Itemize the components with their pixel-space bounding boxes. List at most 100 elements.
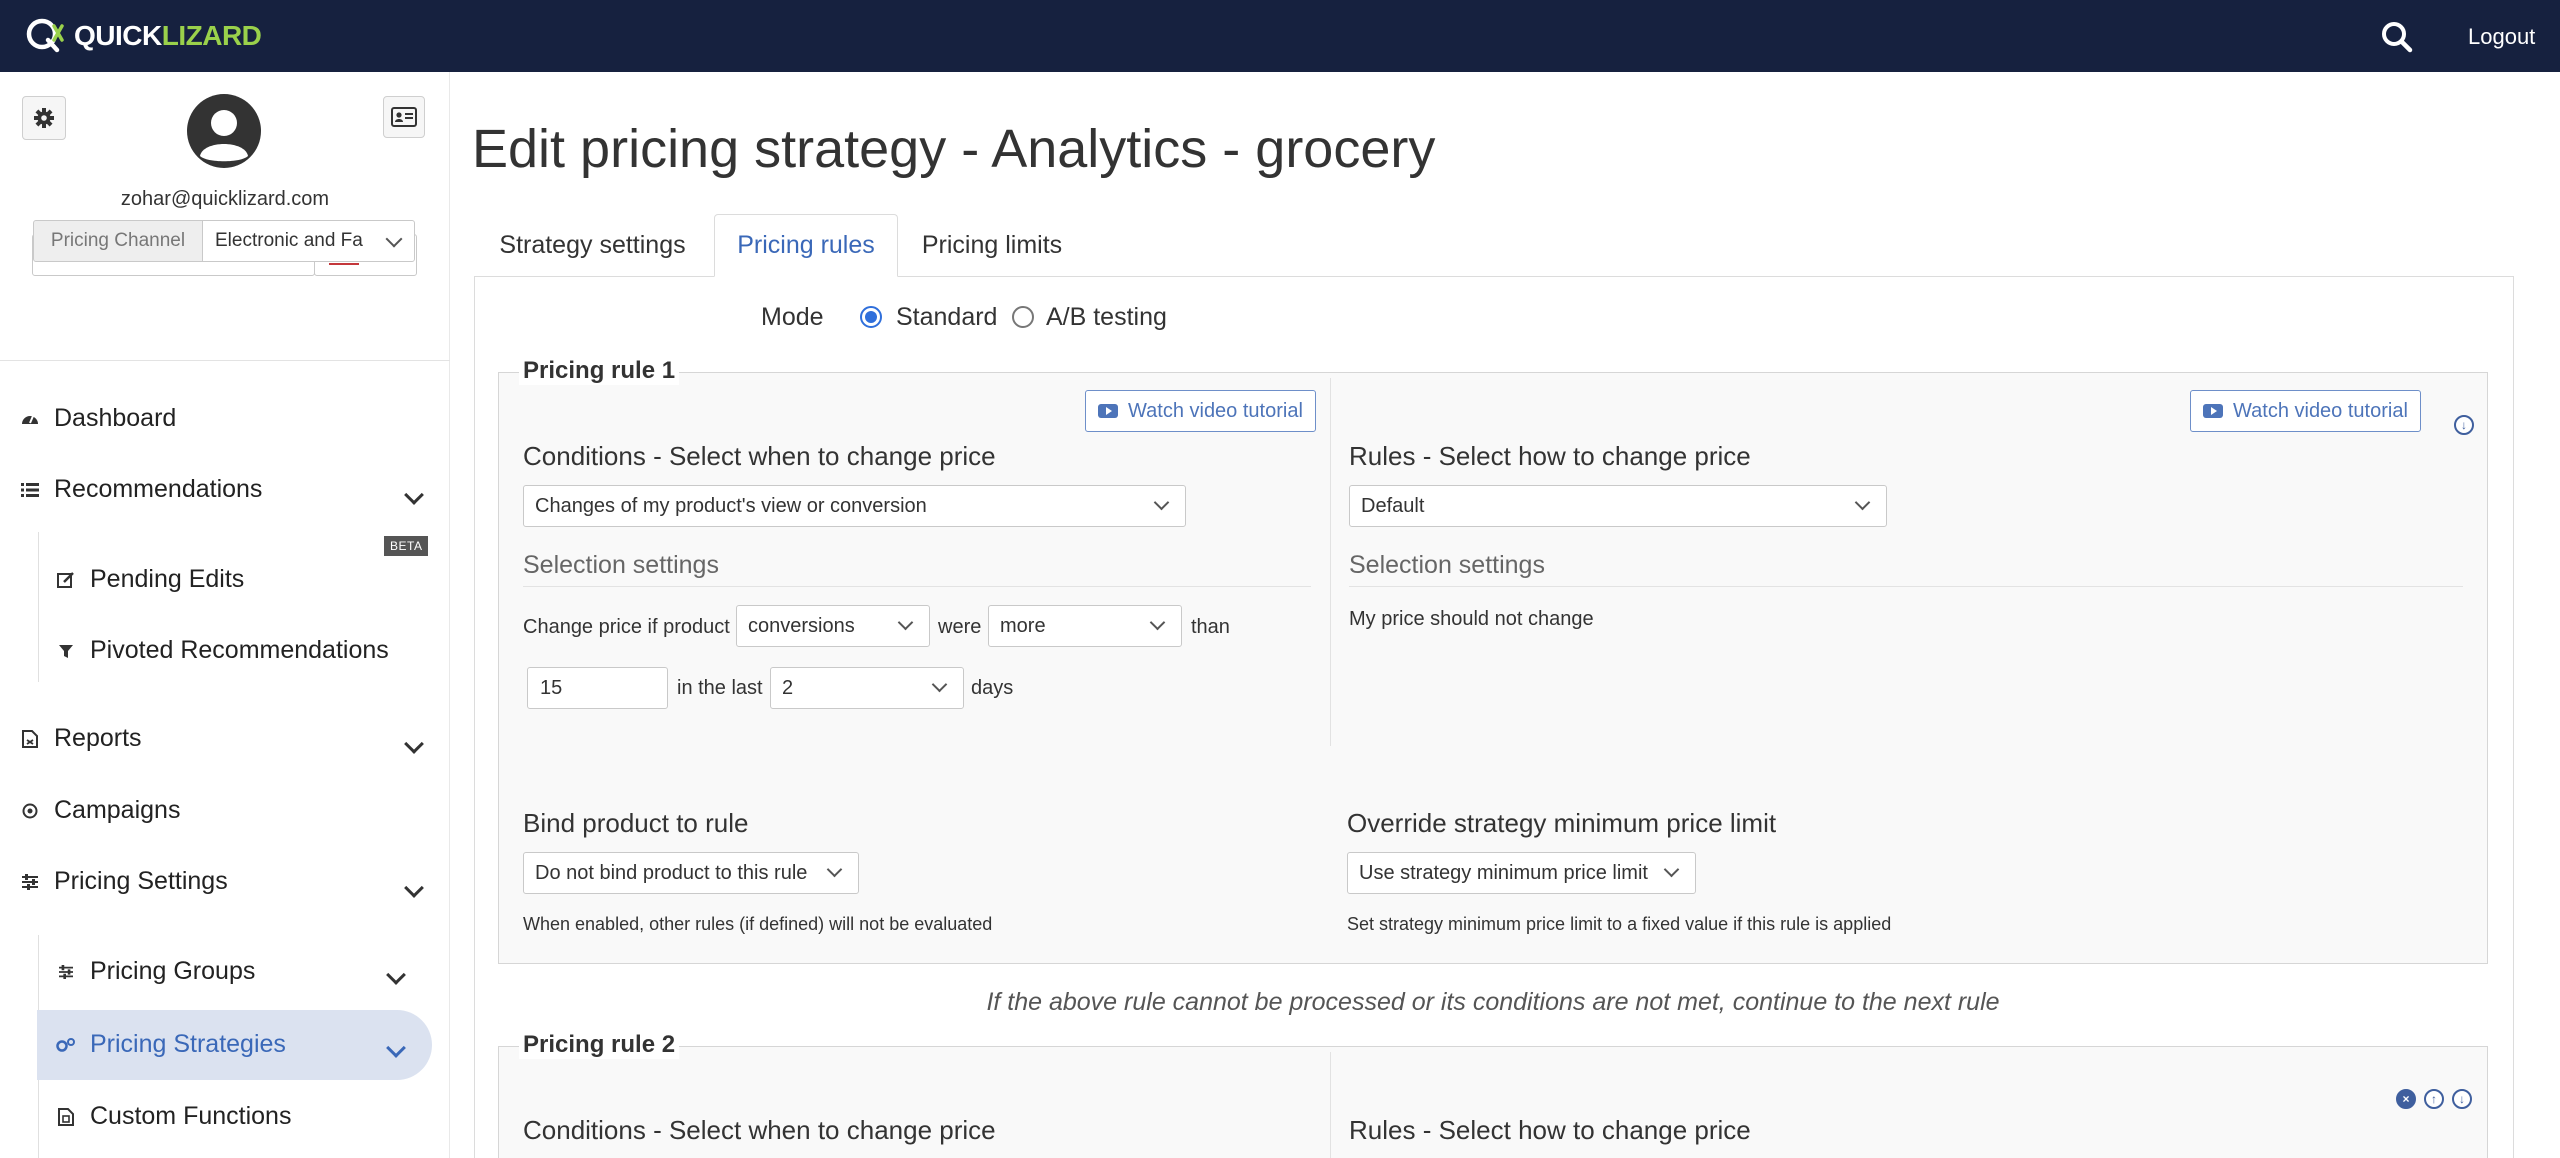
rules-select-value: Default	[1361, 494, 1425, 517]
submenu-guide-line	[38, 532, 39, 682]
gear-icon	[34, 108, 54, 128]
selection-settings-title: Selection settings	[523, 551, 719, 579]
sidebar-item-pending-edits[interactable]: Pending Edits	[56, 565, 244, 594]
top-navbar: QUICKLIZARD Logout	[0, 0, 2560, 72]
settings-button[interactable]	[22, 96, 66, 140]
override-min-price-select[interactable]: Use strategy minimum price limit	[1347, 852, 1696, 894]
rules-video-tutorial-button[interactable]: Watch video tutorial	[2190, 390, 2421, 432]
sidebar-item-label: Recommendations	[54, 475, 263, 503]
override-min-price-select-value: Use strategy minimum price limit	[1359, 861, 1648, 884]
list-icon	[20, 480, 40, 500]
chevron-down-icon	[897, 614, 914, 631]
selection-settings-divider	[523, 586, 1311, 587]
comparison-select-value: more	[1000, 614, 1046, 637]
logo[interactable]: QUICKLIZARD	[24, 14, 262, 58]
tab-pricing-rules[interactable]: Pricing rules	[714, 214, 898, 277]
pricing-channel-select[interactable]: Electronic and Fa	[202, 220, 415, 262]
rules-note: My price should not change	[1349, 608, 1594, 630]
pricing-channel-value: Electronic and Fa	[215, 230, 363, 251]
change-price-if-label: Change price if product	[523, 616, 730, 638]
logout-link[interactable]: Logout	[2468, 24, 2535, 50]
dashboard-icon	[20, 409, 40, 429]
rules-title: Rules - Select how to change price	[1349, 441, 1751, 471]
search-icon[interactable]	[2380, 20, 2414, 54]
sliders-icon	[56, 962, 76, 982]
conditions-select[interactable]: Changes of my product's view or conversi…	[523, 485, 1186, 527]
bind-product-title: Bind product to rule	[523, 808, 749, 838]
logo-text: QUICKLIZARD	[74, 20, 262, 51]
sidebar-item-pricing-strategies[interactable]: Pricing Strategies	[56, 1030, 286, 1059]
move-down-icon[interactable]: ↓	[2454, 415, 2474, 435]
sidebar-item-reports[interactable]: Reports	[20, 724, 142, 753]
sidebar-item-recommendations[interactable]: Recommendations	[20, 475, 262, 504]
override-min-price-note: Set strategy minimum price limit to a fi…	[1347, 914, 1892, 934]
continue-to-next-rule-note: If the above rule cannot be processed or…	[986, 988, 2000, 1016]
comparison-select[interactable]: more	[988, 605, 1182, 647]
tab-pricing-limits[interactable]: Pricing limits	[898, 214, 1086, 276]
bind-product-select-value: Do not bind product to this rule	[535, 861, 808, 884]
conditions-video-tutorial-button[interactable]: Watch video tutorial	[1085, 390, 1316, 432]
video-button-label: Watch video tutorial	[1128, 399, 1303, 422]
id-card-icon	[391, 107, 417, 127]
mode-standard-radio[interactable]	[860, 306, 882, 328]
sidebar-item-pricing-groups[interactable]: Pricing Groups	[56, 957, 255, 986]
sidebar: zohar@quicklizard.com Electronics and Fa…	[0, 72, 450, 1158]
sidebar-item-label: Custom Functions	[90, 1102, 292, 1130]
rules-selection-divider	[1349, 586, 2463, 587]
metric-select[interactable]: conversions	[736, 605, 930, 647]
rules-select[interactable]: Default	[1349, 485, 1887, 527]
were-label: were	[938, 616, 982, 638]
bind-product-select[interactable]: Do not bind product to this rule	[523, 852, 859, 894]
rule-2-column-divider	[1330, 1052, 1331, 1158]
bind-product-note: When enabled, other rules (if defined) w…	[523, 914, 993, 934]
sidebar-item-pricing-settings[interactable]: Pricing Settings	[20, 867, 228, 896]
sidebar-divider	[0, 360, 450, 361]
report-icon	[20, 729, 40, 749]
sidebar-item-label: Pricing Groups	[90, 957, 256, 985]
chevron-down-icon	[1153, 494, 1170, 511]
move-up-icon[interactable]: ↑	[2424, 1089, 2444, 1109]
chevron-down-icon	[1663, 861, 1680, 878]
sidebar-item-campaigns[interactable]: Campaigns	[20, 796, 180, 825]
period-select[interactable]: 2	[770, 667, 964, 709]
threshold-input[interactable]	[527, 667, 668, 709]
mode-ab-testing-radio[interactable]	[1012, 306, 1034, 328]
sidebar-item-label: Dashboard	[54, 404, 177, 432]
sidebar-item-label: Reports	[54, 724, 142, 752]
conditions-select-value: Changes of my product's view or conversi…	[535, 494, 927, 517]
period-select-value: 2	[782, 676, 794, 699]
sidebar-item-label: Pivoted Recommendations	[90, 636, 389, 664]
function-file-icon	[56, 1107, 76, 1127]
video-button-label: Watch video tutorial	[2233, 399, 2408, 422]
delete-rule-icon[interactable]: ×	[2396, 1089, 2416, 1109]
rule-1-column-divider	[1330, 378, 1331, 746]
cogs-icon	[56, 1035, 76, 1055]
days-label: days	[971, 677, 1014, 699]
sidebar-item-pivoted-recommendations[interactable]: Pivoted Recommendations	[56, 636, 389, 665]
filter-icon	[56, 641, 76, 661]
chevron-down-icon	[1854, 494, 1871, 511]
quicklizard-logo-icon	[26, 18, 64, 53]
sidebar-item-label: Pending Edits	[90, 565, 245, 593]
contact-card-button[interactable]	[383, 96, 425, 138]
sidebar-item-label: Pricing Settings	[54, 867, 228, 895]
target-icon	[20, 801, 40, 821]
chevron-down-icon	[1149, 614, 1166, 631]
sidebar-item-custom-functions[interactable]: Custom Functions	[56, 1102, 291, 1131]
rule-2-rules-title: Rules - Select how to change price	[1349, 1115, 1751, 1145]
youtube-icon	[1098, 404, 1118, 418]
move-down-icon[interactable]: ↓	[2452, 1089, 2472, 1109]
chevron-down-icon	[826, 861, 843, 878]
tab-strategy-settings[interactable]: Strategy settings	[474, 214, 711, 276]
sidebar-item-label: Pricing Strategies	[90, 1030, 286, 1058]
beta-badge: BETA	[384, 536, 429, 556]
sidebar-item-dashboard[interactable]: Dashboard	[20, 404, 176, 433]
mode-ab-testing-label[interactable]: A/B testing	[1046, 303, 1167, 332]
youtube-icon	[2203, 404, 2223, 418]
chevron-down-icon	[931, 676, 948, 693]
mode-label: Mode	[761, 303, 824, 331]
pricing-channel-label: Pricing Channel	[33, 220, 203, 262]
sidebar-item-label: Campaigns	[54, 796, 181, 824]
chevron-down-icon	[385, 230, 403, 248]
mode-standard-label[interactable]: Standard	[896, 303, 997, 332]
